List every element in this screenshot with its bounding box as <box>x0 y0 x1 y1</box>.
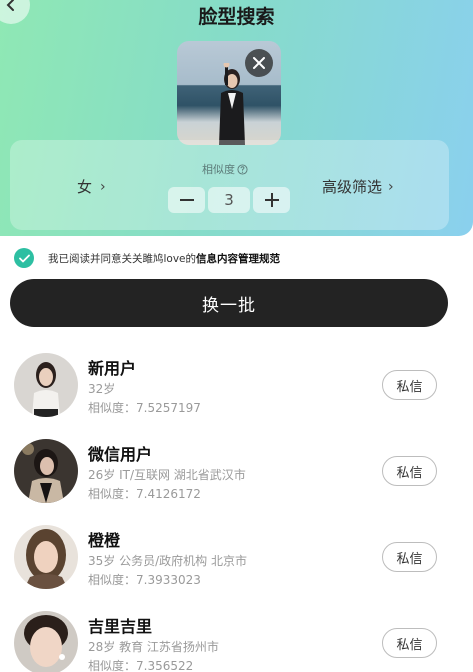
agreement-prefix: 我已阅读并同意关关雎鸠love的 <box>48 252 197 265</box>
chevron-right-icon: › <box>100 178 106 195</box>
agreement-text: 我已阅读并同意关关雎鸠love的信息内容管理规范 <box>48 251 280 266</box>
decrease-button[interactable] <box>168 187 205 213</box>
gender-filter[interactable]: 女 › <box>77 176 106 197</box>
remove-photo-button[interactable] <box>245 49 273 77</box>
list-item[interactable]: 吉里吉里 28岁 教育 江苏省扬州市 相似度：7.356522 私信 <box>0 603 473 672</box>
agreement-link[interactable]: 信息内容管理规范 <box>196 253 280 265</box>
page-title: 脸型搜索 <box>198 6 275 28</box>
avatar[interactable] <box>14 353 78 417</box>
user-similarity: 相似度：7.356522 <box>88 659 194 672</box>
avatar[interactable] <box>14 525 78 589</box>
user-avatar-icon <box>14 439 78 503</box>
user-meta: 32岁 <box>88 382 116 396</box>
refresh-batch-button[interactable]: 换一批 <box>10 279 448 327</box>
message-button[interactable]: 私信 <box>382 370 437 400</box>
avatar[interactable] <box>14 439 78 503</box>
help-icon[interactable] <box>237 163 248 175</box>
list-item[interactable]: 新用户 32岁 相似度：7.5257197 私信 <box>0 345 473 425</box>
list-item[interactable]: 橙橙 35岁 公务员/政府机构 北京市 相似度：7.3933023 私信 <box>0 517 473 597</box>
user-similarity: 相似度：7.3933023 <box>88 573 201 587</box>
user-avatar-icon <box>14 611 78 672</box>
advanced-filter-label: 高级筛选 <box>322 178 383 196</box>
user-name: 吉里吉里 <box>88 617 153 636</box>
list-item[interactable]: 微信用户 26岁 IT/互联网 湖北省武汉市 相似度：7.4126172 私信 <box>0 431 473 511</box>
similarity-value[interactable]: 3 <box>208 187 250 213</box>
agreement-checkbox[interactable] <box>14 248 34 268</box>
similarity-stepper: 3 <box>168 187 290 213</box>
similarity-label: 相似度 <box>202 161 248 177</box>
checkmark-icon <box>18 254 30 262</box>
increase-button[interactable] <box>253 187 290 213</box>
user-meta: 35岁 公务员/政府机构 北京市 <box>88 554 247 568</box>
agreement-row: 我已阅读并同意关关雎鸠love的信息内容管理规范 <box>14 248 280 268</box>
close-icon <box>253 57 265 69</box>
user-avatar-icon <box>14 353 78 417</box>
chevron-right-icon: › <box>388 178 394 195</box>
user-name: 橙橙 <box>88 531 121 550</box>
similarity-label-text: 相似度 <box>202 163 235 176</box>
avatar[interactable] <box>14 611 78 672</box>
user-name: 微信用户 <box>88 445 153 464</box>
person-photo-icon <box>219 63 245 145</box>
message-button[interactable]: 私信 <box>382 628 437 658</box>
user-name: 新用户 <box>88 359 137 378</box>
minus-icon <box>179 199 194 201</box>
user-similarity: 相似度：7.4126172 <box>88 487 201 501</box>
user-avatar-icon <box>14 525 78 589</box>
user-meta: 26岁 IT/互联网 湖北省武汉市 <box>88 468 246 482</box>
message-button[interactable]: 私信 <box>382 456 437 486</box>
message-button[interactable]: 私信 <box>382 542 437 572</box>
advanced-filter[interactable]: 高级筛选 › <box>322 176 394 197</box>
user-meta: 28岁 教育 江苏省扬州市 <box>88 640 219 654</box>
plus-icon <box>264 193 279 207</box>
gender-label: 女 <box>77 178 93 196</box>
user-similarity: 相似度：7.5257197 <box>88 401 201 415</box>
